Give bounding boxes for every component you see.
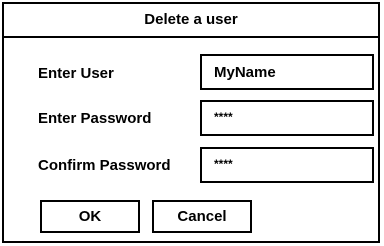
password-field[interactable]: **** (200, 100, 374, 136)
confirm-password-label: Confirm Password (38, 157, 171, 174)
confirm-password-field[interactable]: **** (200, 147, 374, 183)
user-field[interactable]: MyName (200, 54, 374, 90)
enter-password-label: Enter Password (38, 110, 152, 127)
cancel-button[interactable]: Cancel (152, 200, 252, 233)
enter-user-label: Enter User (38, 65, 114, 82)
dialog-title: Delete a user (4, 4, 378, 38)
delete-user-dialog: Delete a user Enter User MyName Enter Pa… (2, 2, 380, 243)
ok-button[interactable]: OK (40, 200, 140, 233)
